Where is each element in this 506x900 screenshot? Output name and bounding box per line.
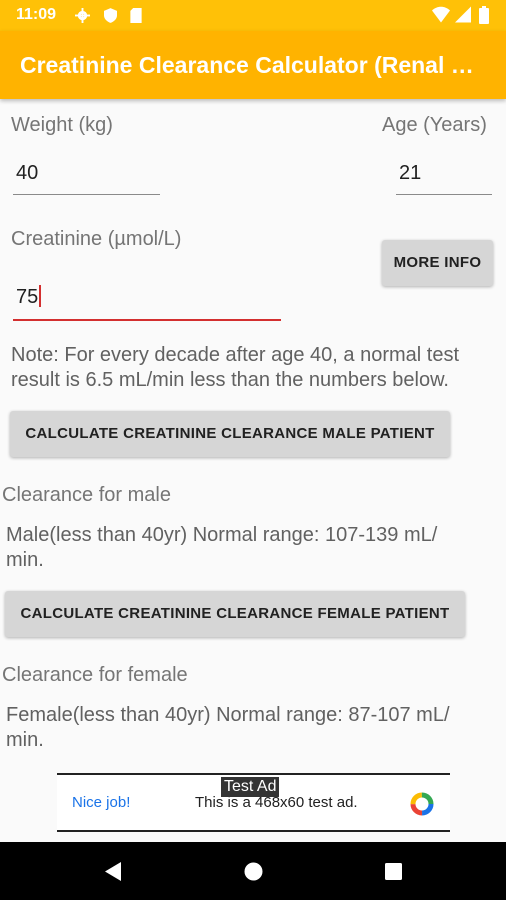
recents-icon[interactable] bbox=[385, 863, 402, 885]
navigation-bar bbox=[0, 842, 506, 900]
battery-icon bbox=[479, 6, 489, 29]
gear-icon bbox=[75, 8, 90, 26]
male-normal-range: Male(less than 40yr) Normal range: 107-1… bbox=[6, 523, 501, 573]
test-ad-badge: Test Ad bbox=[221, 777, 280, 797]
female-normal-range: Female(less than 40yr) Normal range: 87-… bbox=[6, 703, 501, 753]
male-range-line-2: min. bbox=[6, 549, 44, 571]
app-bar: Creatinine Clearance Calculator (Renal F… bbox=[0, 31, 506, 99]
female-range-line-1: Female(less than 40yr) Normal range: 87-… bbox=[6, 704, 450, 726]
app-title: Creatinine Clearance Calculator (Renal F… bbox=[20, 52, 480, 78]
ad-logo-icon bbox=[409, 791, 435, 822]
note-text: Note: For every decade after age 40, a n… bbox=[11, 343, 506, 393]
female-range-line-2: min. bbox=[6, 729, 44, 751]
female-clearance-label: Clearance for female bbox=[2, 664, 188, 686]
signal-icon bbox=[455, 6, 471, 28]
shield-icon bbox=[104, 8, 117, 26]
weight-value: 40 bbox=[16, 162, 39, 184]
male-clearance-label: Clearance for male bbox=[2, 484, 171, 506]
note-line-1: Note: For every decade after age 40, a n… bbox=[11, 344, 460, 366]
ad-headline: Nice job! bbox=[72, 794, 131, 811]
wifi-icon bbox=[432, 6, 450, 28]
age-label: Age (Years) bbox=[382, 114, 487, 136]
age-input[interactable]: 21 bbox=[396, 160, 492, 195]
status-bar: 11:09 bbox=[0, 0, 506, 31]
note-line-2: result is 6.5 mL/min less than the numbe… bbox=[11, 369, 449, 391]
creatinine-input[interactable]: 75 bbox=[13, 284, 281, 321]
text-cursor bbox=[39, 285, 42, 307]
calculate-female-button[interactable]: CALCULATE CREATININE CLEARANCE FEMALE PA… bbox=[5, 591, 465, 637]
home-icon[interactable] bbox=[244, 862, 263, 886]
more-info-button[interactable]: MORE INFO bbox=[382, 240, 493, 286]
sd-card-icon bbox=[130, 8, 142, 26]
calculate-male-button[interactable]: CALCULATE CREATININE CLEARANCE MALE PATI… bbox=[10, 411, 450, 457]
age-value: 21 bbox=[399, 162, 422, 184]
creatinine-label: Creatinine (µmol/L) bbox=[11, 228, 182, 250]
weight-input[interactable]: 40 bbox=[13, 160, 160, 195]
creatinine-value: 75 bbox=[16, 286, 39, 308]
male-range-line-1: Male(less than 40yr) Normal range: 107-1… bbox=[6, 524, 438, 546]
weight-label: Weight (kg) bbox=[11, 114, 113, 136]
status-time: 11:09 bbox=[16, 6, 57, 23]
back-icon[interactable] bbox=[103, 861, 123, 887]
